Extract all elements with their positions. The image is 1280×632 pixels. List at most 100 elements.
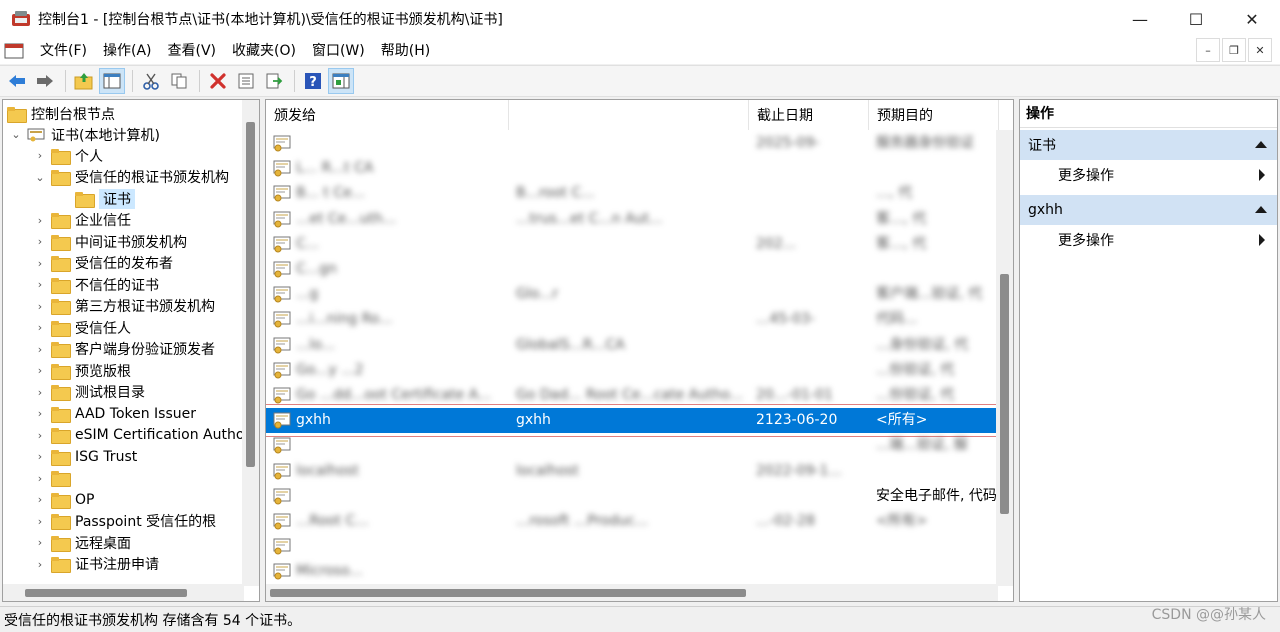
certificate-row[interactable]: Go...y ...2 ...份验证, 代 xyxy=(266,358,998,383)
certificate-row[interactable]: C...gn xyxy=(266,257,998,282)
mdi-minimize-button[interactable]: – xyxy=(1196,38,1220,62)
certificate-row[interactable]: 安全电子邮件, 代码 xyxy=(266,484,998,509)
tree-item-store-folder[interactable]: › OP xyxy=(33,489,94,510)
chevron-right-icon[interactable]: › xyxy=(33,256,47,270)
tree-item-store-folder[interactable]: › 不信任的证书 xyxy=(33,274,159,295)
show-action-pane-icon[interactable] xyxy=(328,68,354,94)
certificate-row[interactable]: ...i...ning Ro... ...45-03- 代码... xyxy=(266,307,998,332)
tree-item-store-folder[interactable]: › 客户端身份验证颁发者 xyxy=(33,339,215,360)
chevron-right-icon[interactable]: › xyxy=(33,342,47,356)
chevron-right-icon[interactable]: › xyxy=(33,428,47,442)
mmc-app-icon[interactable] xyxy=(10,8,32,30)
certificate-row[interactable]: C... 202... 客..., 代 xyxy=(266,232,998,257)
chevron-right-icon[interactable]: › xyxy=(33,364,47,378)
chevron-right-icon[interactable]: › xyxy=(33,514,47,528)
certificate-row[interactable]: ...g Glo...r 客户端...验证, 代 xyxy=(266,282,998,307)
tree-item-store-folder[interactable]: › Passpoint 受信任的根 xyxy=(33,511,216,532)
action-more-actions-selected[interactable]: 更多操作 xyxy=(1020,225,1277,255)
certificate-row[interactable] xyxy=(266,534,998,559)
tree-item-store-folder[interactable]: › ISG Trust xyxy=(33,446,137,467)
delete-icon[interactable] xyxy=(205,68,231,94)
tree-item-store-folder[interactable]: › 第三方根证书颁发机构 xyxy=(33,296,215,317)
certificate-row[interactable]: 2025-09- 服务器身份验证 xyxy=(266,131,998,156)
action-more-actions[interactable]: 更多操作 xyxy=(1020,160,1277,190)
tree-item-store-folder[interactable]: › 受信任人 xyxy=(33,317,131,338)
menu-view[interactable]: 查看(V) xyxy=(160,38,225,64)
chevron-right-icon[interactable]: › xyxy=(33,213,47,227)
up-folder-icon[interactable] xyxy=(71,68,97,94)
certificate-row[interactable]: B... t Ce... B...root C... ..., 代 xyxy=(266,181,998,206)
column-header-issued-by[interactable] xyxy=(509,100,749,130)
collapse-up-icon[interactable] xyxy=(1255,206,1267,213)
action-group-selected-cert[interactable]: gxhh xyxy=(1020,195,1277,225)
certificate-row[interactable]: ...lo... GlobalS...R...CA ...身份验证, 代 xyxy=(266,333,998,358)
tree-item-store-folder[interactable]: › AAD Token Issuer xyxy=(33,403,196,424)
tree-item-store-folder[interactable]: › 企业信任 xyxy=(33,210,131,231)
certificate-row[interactable]: L... R...t CA xyxy=(266,156,998,181)
certificate-list-pane[interactable]: 颁发给 截止日期 预期目的 2025-09- 服务器身份验证 L... R...t … xyxy=(265,99,1014,602)
tree-item-store-folder[interactable]: › 中间证书颁发机构 xyxy=(33,231,187,252)
tree-item-certificates[interactable]: 证书 xyxy=(71,188,135,209)
collapse-up-icon[interactable] xyxy=(1255,141,1267,148)
chevron-right-icon[interactable]: › xyxy=(33,471,47,485)
tree-item-store-folder[interactable]: › 证书注册申请 xyxy=(33,554,159,575)
forward-icon[interactable] xyxy=(32,68,58,94)
tree-horizontal-scrollbar[interactable] xyxy=(3,584,244,601)
chevron-down-icon[interactable]: ⌄ xyxy=(33,170,47,184)
chevron-right-icon[interactable]: › xyxy=(33,321,47,335)
back-icon[interactable] xyxy=(4,68,30,94)
certificate-row[interactable]: localhost localhost 2022-09-1... xyxy=(266,459,998,484)
tree-item-cert-store[interactable]: ⌄ 证书(本地计算机) xyxy=(9,124,160,145)
tree-item-store-folder[interactable]: › 预览版根 xyxy=(33,360,131,381)
mdi-close-button[interactable]: ✕ xyxy=(1248,38,1272,62)
column-header-purpose[interactable]: 预期目的 xyxy=(869,100,999,130)
column-header-expiry[interactable]: 截止日期 xyxy=(749,100,869,130)
chevron-right-icon[interactable]: › xyxy=(33,536,47,550)
column-header-issued-to[interactable]: 颁发给 xyxy=(266,100,509,130)
help-icon[interactable]: ? xyxy=(300,68,326,94)
chevron-right-icon[interactable]: › xyxy=(33,557,47,571)
menu-favorites[interactable]: 收藏夹(O) xyxy=(224,38,304,64)
chevron-right-icon[interactable]: › xyxy=(33,149,47,163)
list-horizontal-scrollbar[interactable] xyxy=(266,584,998,601)
chevron-right-icon[interactable]: › xyxy=(33,235,47,249)
list-vertical-scrollbar[interactable] xyxy=(996,130,1013,586)
list-scroll-thumb[interactable] xyxy=(1000,274,1009,514)
menu-help[interactable]: 帮助(H) xyxy=(373,38,438,64)
close-button[interactable]: ✕ xyxy=(1224,0,1280,38)
cut-icon[interactable] xyxy=(138,68,164,94)
chevron-right-icon[interactable]: › xyxy=(33,407,47,421)
chevron-down-icon[interactable]: ⌄ xyxy=(9,128,23,142)
console-icon[interactable] xyxy=(4,42,24,60)
chevron-right-icon[interactable]: › xyxy=(33,299,47,313)
tree-item-store-folder[interactable]: › eSIM Certification Autho xyxy=(33,425,244,446)
properties-icon[interactable] xyxy=(233,68,259,94)
tree-item-store-folder[interactable]: › 测试根目录 xyxy=(33,382,145,403)
action-group-certificates[interactable]: 证书 xyxy=(1020,130,1277,160)
chevron-right-icon[interactable]: › xyxy=(33,450,47,464)
show-hide-tree-icon[interactable] xyxy=(99,68,125,94)
certificate-row[interactable]: ...Root C... ...rosoft ...Produc... ...-02… xyxy=(266,509,998,534)
tree-scroll-thumb[interactable] xyxy=(246,122,255,467)
certificate-row[interactable]: Go ...dd...oot Certificate A... Go Dad...… xyxy=(266,383,998,408)
list-hscroll-thumb[interactable] xyxy=(270,589,746,597)
chevron-right-icon[interactable]: › xyxy=(33,493,47,507)
minimize-button[interactable]: — xyxy=(1112,0,1168,38)
menu-action[interactable]: 操作(A) xyxy=(95,38,160,64)
certificate-row[interactable]: ...et Ce...uth... ...trus...et C...n Aut.… xyxy=(266,207,998,232)
mdi-restore-button[interactable]: ❐ xyxy=(1222,38,1246,62)
tree-item-store-folder[interactable]: › 远程桌面 xyxy=(33,532,131,553)
certificate-row[interactable]: ...端...验证, 服 xyxy=(266,433,998,458)
tree-hscroll-thumb[interactable] xyxy=(25,589,187,597)
tree-vertical-scrollbar[interactable] xyxy=(242,100,259,586)
console-tree-pane[interactable]: 控制台根节点 ⌄ 证书(本地计算机) › 个人 ⌄ 受信任的根证书颁发机构 证书 › 企业信… xyxy=(2,99,260,602)
chevron-right-icon[interactable]: › xyxy=(33,385,47,399)
export-icon[interactable] xyxy=(261,68,287,94)
maximize-button[interactable]: ☐ xyxy=(1168,0,1224,38)
tree-item-store-folder[interactable]: › 受信任的发布者 xyxy=(33,253,173,274)
tree-item-console-root[interactable]: 控制台根节点 xyxy=(7,103,115,124)
tree-item-store-folder[interactable]: ⌄ 受信任的根证书颁发机构 xyxy=(33,167,229,188)
certificate-row-selected[interactable]: gxhh gxhh 2123-06-20 <所有> xyxy=(266,404,998,438)
chevron-right-icon[interactable]: › xyxy=(33,278,47,292)
menu-file[interactable]: 文件(F) xyxy=(32,38,95,64)
